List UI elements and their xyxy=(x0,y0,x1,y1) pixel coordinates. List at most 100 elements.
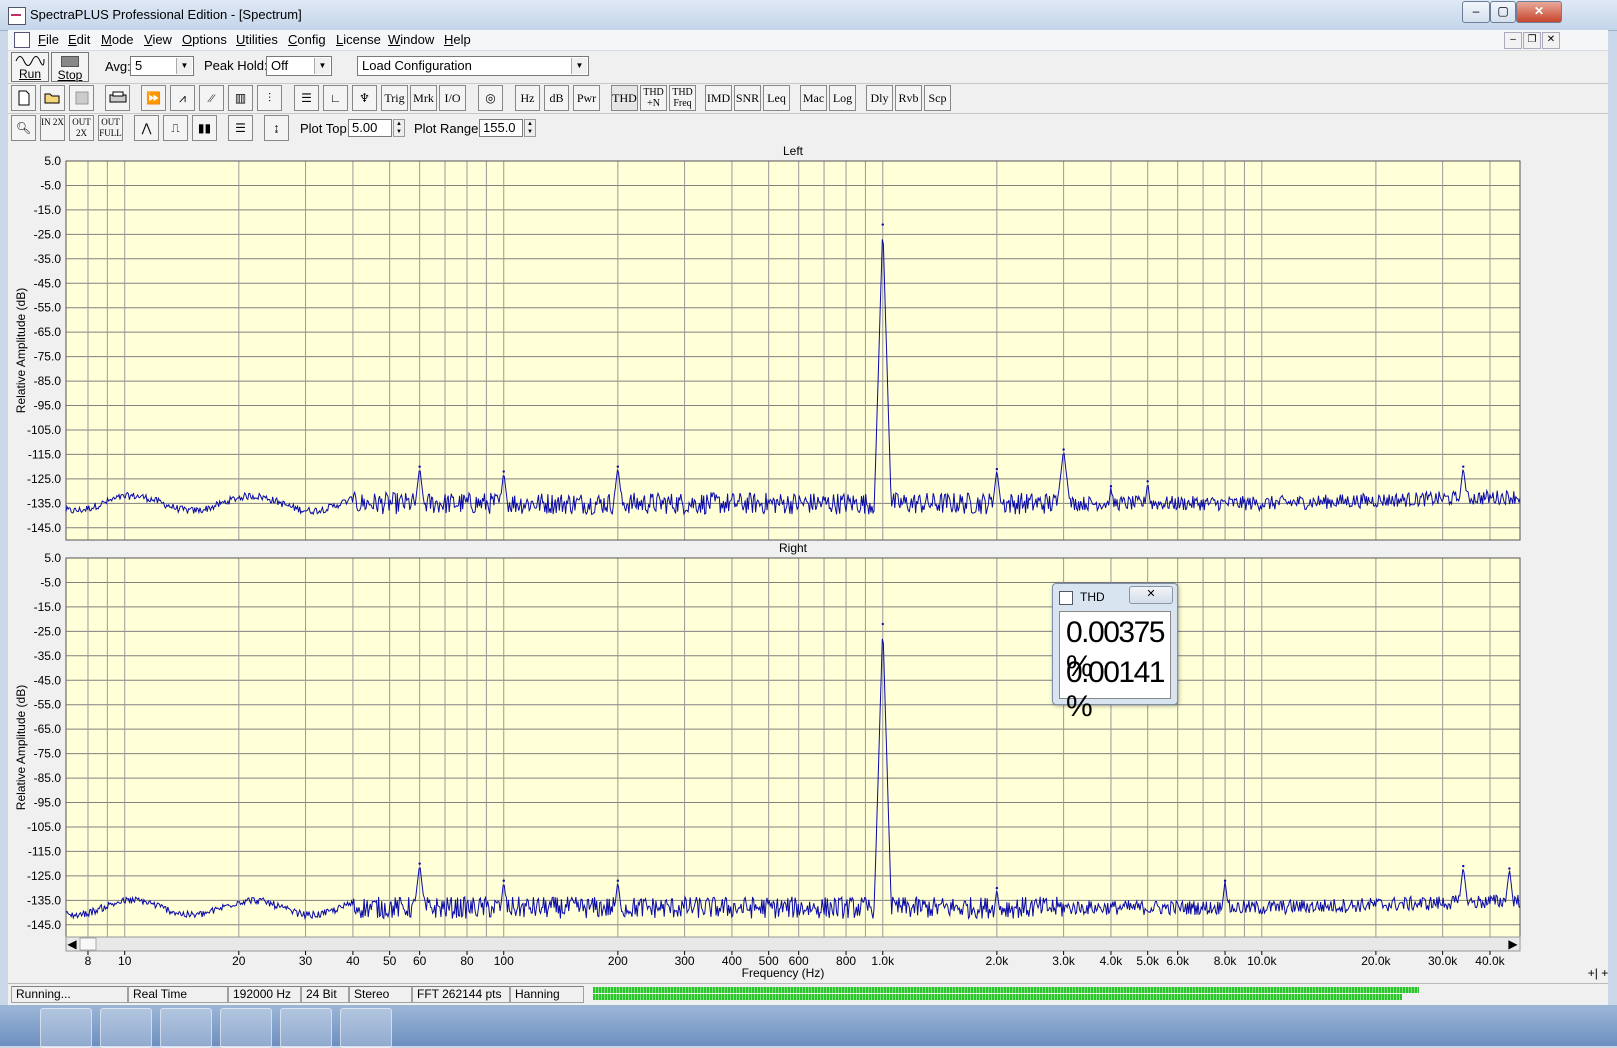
title-bar: SpectraPLUS Professional Edition - [Spec… xyxy=(0,0,1617,31)
spectrum-plots[interactable]: 5.0 -5.0 -15.0 -25.0 -35.0 -45.0 -55.0 -65.0 -75… xyxy=(8,143,1608,983)
mdi-minimize-button[interactable]: – xyxy=(1504,32,1522,49)
new-file-button[interactable] xyxy=(11,85,36,111)
level-meter-right xyxy=(593,994,1403,1000)
menu-options[interactable]: Options xyxy=(182,32,227,47)
spectrum-mode-button[interactable]: ⩘ xyxy=(170,85,195,111)
y-tick-label: -65.0 xyxy=(34,722,62,736)
menu-license[interactable]: License xyxy=(336,32,381,47)
app-icon[interactable] xyxy=(8,7,26,25)
plot-range-stepper[interactable]: ▲ ▼ xyxy=(524,119,536,137)
taskbar-item[interactable] xyxy=(280,1008,332,1048)
configuration-select[interactable]: Load Configuration ▼ xyxy=(357,56,589,76)
zoom-button[interactable]: 🔍︎ xyxy=(11,115,36,141)
peak-point xyxy=(995,886,999,890)
taskbar-item[interactable] xyxy=(160,1008,212,1048)
menu-utilities[interactable]: Utilities xyxy=(236,32,278,47)
run-button[interactable]: Run xyxy=(11,52,49,82)
peak-hold-label: Peak Hold: xyxy=(204,58,268,73)
3d-surface-button[interactable]: ⫶ xyxy=(257,85,282,111)
stop-button[interactable]: Stop xyxy=(51,52,89,82)
plot-area[interactable] xyxy=(66,558,1520,937)
stop-label: Stop xyxy=(57,68,83,82)
snr-button[interactable]: SNR xyxy=(734,85,761,111)
thd-n-button[interactable]: THD +N xyxy=(640,85,667,111)
reverb-button[interactable]: Rvb xyxy=(895,85,922,111)
maximize-button[interactable]: ▢ xyxy=(1490,1,1516,23)
taskbar-item[interactable] xyxy=(340,1008,392,1048)
scroll-right-arrow-icon[interactable]: ▶ xyxy=(1508,937,1518,951)
plot-area[interactable] xyxy=(66,161,1520,540)
y-tick-label: -115.0 xyxy=(28,447,61,461)
scope-button[interactable]: Scp xyxy=(924,85,951,111)
taskbar-item[interactable] xyxy=(220,1008,272,1048)
document-icon[interactable] xyxy=(14,32,30,48)
horizontal-scrollbar[interactable] xyxy=(65,936,1521,952)
hz-button[interactable]: Hz xyxy=(515,85,540,111)
chevron-down-icon[interactable]: ▼ xyxy=(571,58,587,74)
plot-top-input[interactable]: 5.00 xyxy=(348,119,392,137)
power-button[interactable]: Pwr xyxy=(573,85,600,111)
auto-scale-button[interactable]: ↨ xyxy=(264,115,289,141)
generator-button[interactable]: ♆ xyxy=(352,85,377,111)
thd-freq-button[interactable]: THD Freq xyxy=(669,85,696,111)
x-tick-label: 200 xyxy=(608,954,628,968)
zoom-in-2x-button[interactable]: IN 2X xyxy=(40,115,65,141)
line-plot-button[interactable]: ⋀ xyxy=(134,115,159,141)
close-button[interactable]: ✕ xyxy=(1516,1,1562,23)
peak-hold-select[interactable]: Off ▼ xyxy=(266,56,332,76)
peak-hold-value: Off xyxy=(271,58,289,73)
log-button[interactable]: Log xyxy=(829,85,856,111)
mdi-restore-button[interactable]: ❐ xyxy=(1523,32,1541,49)
macro-button[interactable]: Mac xyxy=(800,85,827,111)
chevron-down-icon[interactable]: ▼ xyxy=(176,58,192,74)
menu-help[interactable]: Help xyxy=(444,32,471,47)
x-tick-label: 3.0k xyxy=(1052,954,1076,968)
bar-plot-button[interactable]: ▮▮ xyxy=(192,115,217,141)
print-button[interactable] xyxy=(105,85,130,111)
zoom-out-full-button[interactable]: OUT FULL xyxy=(98,115,123,141)
plot-range-input[interactable]: 155.0 xyxy=(479,119,523,137)
plot-top-stepper[interactable]: ▲ ▼ xyxy=(393,119,405,137)
taskbar-item[interactable] xyxy=(40,1008,92,1048)
open-file-button[interactable] xyxy=(40,85,65,111)
resize-marks[interactable]: +| + xyxy=(1588,966,1608,980)
menu-window[interactable]: Window xyxy=(388,32,434,47)
step-plot-button[interactable]: ⎍ xyxy=(163,115,188,141)
chevron-down-icon[interactable]: ▼ xyxy=(314,58,330,74)
db-button[interactable]: dB xyxy=(544,85,569,111)
save-button[interactable] xyxy=(69,85,94,111)
plot-range-label: Plot Range: xyxy=(414,121,482,136)
thd-close-button[interactable]: ✕ xyxy=(1129,586,1173,604)
view-settings-button[interactable]: ☰ xyxy=(294,85,319,111)
leq-button[interactable]: Leq xyxy=(763,85,790,111)
y-tick-label: -45.0 xyxy=(34,673,62,687)
trigger-button[interactable]: Trig xyxy=(381,85,408,111)
fast-forward-button[interactable]: ⏩ xyxy=(141,85,166,111)
io-button[interactable]: I/O xyxy=(439,85,466,111)
mdi-close-button[interactable]: ✕ xyxy=(1542,32,1560,49)
axis-button[interactable]: ∟ xyxy=(323,85,348,111)
time-series-button[interactable]: ⁄⁄ xyxy=(199,85,224,111)
y-tick-label: -15.0 xyxy=(34,203,62,217)
y-tick-label: -25.0 xyxy=(34,227,62,241)
menu-config[interactable]: Config xyxy=(288,32,326,47)
y-tick-label: -95.0 xyxy=(34,796,62,810)
plot-settings-button[interactable]: ☰ xyxy=(228,115,253,141)
signal-generator-button[interactable]: ◎ xyxy=(478,85,503,111)
delay-button[interactable]: Dly xyxy=(866,85,893,111)
y-tick-label: 5.0 xyxy=(44,154,61,168)
taskbar-item[interactable] xyxy=(100,1008,152,1048)
avg-select[interactable]: 5 ▼ xyxy=(130,56,194,76)
menu-edit[interactable]: Edit xyxy=(68,32,90,47)
thd-button[interactable]: THD xyxy=(611,85,638,111)
menu-file[interactable]: File xyxy=(38,32,59,47)
minimize-button[interactable]: – xyxy=(1462,1,1490,23)
menu-mode[interactable]: Mode xyxy=(101,32,134,47)
scroll-left-arrow-icon[interactable]: ◀ xyxy=(67,937,77,951)
imd-button[interactable]: IMD xyxy=(705,85,732,111)
menu-view[interactable]: View xyxy=(144,32,172,47)
scrollbar-thumb[interactable] xyxy=(79,937,97,951)
marker-button[interactable]: Mrk xyxy=(410,85,437,111)
spectrogram-button[interactable]: ▥ xyxy=(228,85,253,111)
zoom-out-2x-button[interactable]: OUT 2X xyxy=(69,115,94,141)
